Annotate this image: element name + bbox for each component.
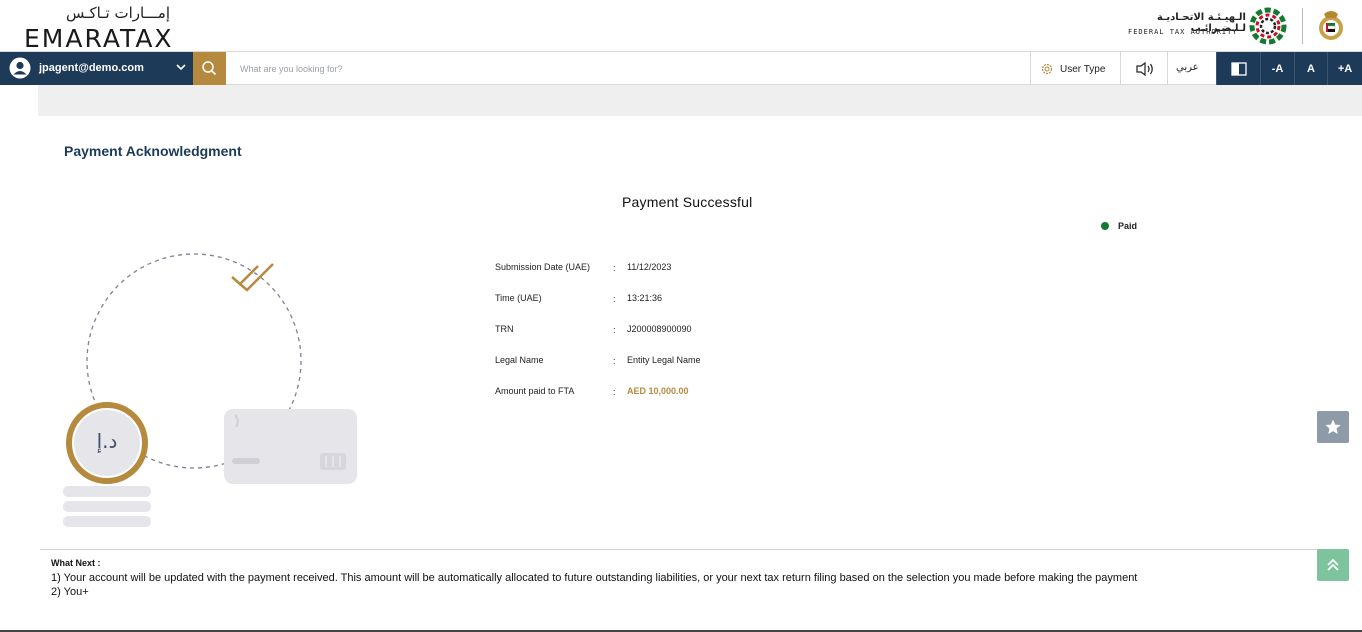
detail-value: 13:21:36: [627, 293, 663, 303]
card-icon: [224, 409, 357, 484]
status-label: Paid: [1118, 221, 1138, 231]
star-icon: [1325, 419, 1341, 434]
section-divider: [40, 549, 1334, 550]
logo-english-text: EMARATAX: [24, 24, 174, 53]
user-type-label: User Type: [1060, 63, 1106, 75]
detail-colon: :: [613, 294, 616, 304]
user-menu-button[interactable]: jpagent@demo.com: [0, 52, 193, 85]
toolbar-separator: [1167, 52, 1168, 85]
fta-emblem-icon: [1249, 7, 1287, 45]
payment-success-title: Payment Successful: [622, 194, 753, 210]
breadcrumb-band: [38, 85, 1362, 116]
detail-value: 11/12/2023: [627, 262, 672, 272]
detail-value: J200008900090: [627, 324, 692, 334]
status-dot-icon: [1101, 222, 1109, 230]
toolbar-separator: [1030, 52, 1031, 85]
user-type-button[interactable]: User Type: [1040, 61, 1105, 77]
speaker-icon[interactable]: [1135, 61, 1155, 77]
payment-illustration: د.إ: [63, 253, 357, 527]
scroll-to-top-button[interactable]: [1317, 549, 1349, 581]
logo-arabic-text: إمـــارات تـاكـس: [65, 4, 170, 22]
detail-colon: :: [613, 387, 616, 397]
chevron-down-icon: [176, 64, 186, 71]
what-next-line-1: 1) Your account will be updated with the…: [51, 572, 1138, 584]
double-chevron-up-icon: [1327, 558, 1339, 571]
header-divider: [1302, 8, 1303, 44]
toolbar-separator: [1120, 52, 1121, 85]
user-email: jpagent@demo.com: [39, 62, 144, 74]
contrast-toggle-button[interactable]: [1216, 52, 1260, 85]
user-avatar-icon: [9, 57, 31, 79]
fta-logo[interactable]: الـهيـئـة الاتحـاديـة لـلـضـرائـب FEDERA…: [1126, 6, 1291, 46]
uae-emblem-icon: [1319, 11, 1343, 40]
top-toolbar: jpagent@demo.com User Type عربي -A A +A: [0, 51, 1362, 85]
page-title: Payment Acknowledgment: [64, 143, 242, 159]
currency-symbol: د.إ: [97, 429, 118, 454]
coin-stack-icon: [63, 402, 151, 527]
font-decrease-button[interactable]: -A: [1260, 52, 1294, 85]
detail-value-amount: AED 10,000.00: [627, 386, 689, 396]
detail-label: Time (UAE): [495, 293, 542, 303]
detail-value: Entity Legal Name: [627, 355, 701, 365]
detail-label: TRN: [495, 324, 514, 334]
detail-colon: :: [613, 356, 616, 366]
detail-colon: :: [613, 325, 616, 335]
top-header: إمـــارات تـاكـس EMARATAX الـهيـئـة الات…: [0, 0, 1362, 53]
detail-label: Legal Name: [495, 355, 544, 365]
contrast-icon: [1230, 61, 1247, 76]
detail-label: Amount paid to FTA: [495, 386, 575, 396]
search-icon: [202, 61, 217, 76]
what-next-line-2: 2) You+: [51, 586, 89, 598]
what-next-heading: What Next :: [51, 558, 101, 568]
favorite-button[interactable]: [1317, 411, 1349, 443]
detail-label: Submission Date (UAE): [495, 262, 591, 272]
font-normal-button[interactable]: A: [1294, 52, 1327, 85]
search-input[interactable]: [232, 58, 1012, 80]
emaratax-logo[interactable]: إمـــارات تـاكـس EMARATAX: [24, 4, 174, 53]
search-button[interactable]: [193, 52, 226, 85]
double-check-icon: [231, 263, 274, 292]
gear-icon: [1041, 63, 1053, 75]
language-toggle[interactable]: عربي: [1176, 62, 1199, 73]
fta-english-text: FEDERAL TAX AUTHORITY: [1128, 28, 1238, 36]
detail-colon: :: [613, 263, 616, 273]
status-badge: Paid: [1101, 221, 1137, 231]
font-increase-button[interactable]: +A: [1327, 52, 1362, 85]
